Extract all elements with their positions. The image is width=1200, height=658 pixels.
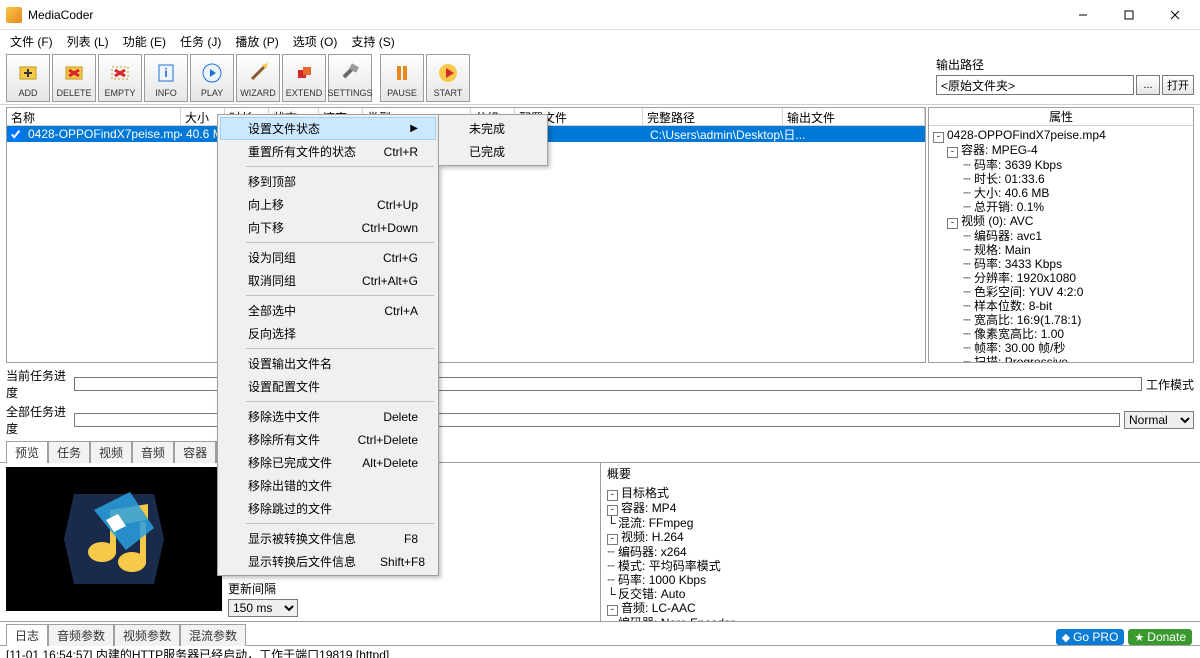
ctx-remove-done[interactable]: 移除已完成文件Alt+Delete [220, 451, 436, 474]
ctx-to-top[interactable]: 移到顶部 [220, 170, 436, 193]
ctx-remove-sel[interactable]: 移除选中文件Delete [220, 405, 436, 428]
title-bar: MediaCoder [0, 0, 1200, 30]
toolbar-label: START [434, 88, 463, 98]
file-row-checkbox[interactable] [9, 128, 22, 141]
output-path-label: 输出路径 [936, 56, 1194, 73]
tab-video-params[interactable]: 视频参数 [114, 624, 180, 646]
svg-text:i: i [164, 66, 167, 80]
workmode-select[interactable]: Normal [1124, 411, 1194, 429]
ctx-set-outname[interactable]: 设置输出文件名 [220, 352, 436, 375]
toolbar-label: ADD [18, 88, 37, 98]
ctx-select-all[interactable]: 全部选中Ctrl+A [220, 299, 436, 322]
menu-play[interactable]: 播放 (P) [229, 31, 284, 52]
workmode-label: 工作模式 [1146, 376, 1194, 393]
ctx-set-status[interactable]: 设置文件状态▶ [220, 117, 436, 140]
file-row-path: C:\Users\admin\Desktop\日... [646, 126, 826, 143]
summary-pane: 概要 -目标格式 -容器: MP4 └混流: FFmpeg -视频: H.264… [600, 463, 1200, 621]
summary-tree[interactable]: -目标格式 -容器: MP4 └混流: FFmpeg -视频: H.264 ┈编… [601, 484, 1200, 621]
tab-audio-params[interactable]: 音频参数 [48, 624, 114, 646]
context-menu[interactable]: 设置文件状态▶ 重置所有文件的状态Ctrl+R 移到顶部 向上移Ctrl+Up … [217, 114, 439, 576]
log-area[interactable]: [11-01 16:54:57] 内建的HTTP服务器已经启动，工作于端口198… [0, 646, 1200, 658]
main-tabs: 预览 任务 视频 音频 容器 画面 [0, 439, 1200, 463]
toolbar: ADD DELETE EMPTY i INFO PLAY WIZARD EXTEN… [0, 52, 1200, 105]
toolbar-add[interactable]: ADD [6, 54, 50, 102]
col-fullpath[interactable]: 完整路径 [643, 108, 783, 125]
ctx-remove-err[interactable]: 移除出错的文件 [220, 474, 436, 497]
context-submenu[interactable]: 未完成 已完成 [438, 114, 548, 166]
col-outfile[interactable]: 输出文件 [783, 108, 925, 125]
ctx-show-src-info[interactable]: 显示被转换文件信息F8 [220, 527, 436, 550]
ctx-cancel-group[interactable]: 取消同组Ctrl+Alt+G [220, 269, 436, 292]
toolbar-extend[interactable]: EXTEND [282, 54, 326, 102]
toolbar-label: INFO [155, 88, 177, 98]
tab-log[interactable]: 日志 [6, 624, 48, 646]
close-button[interactable] [1152, 0, 1198, 30]
ctx-reset-all[interactable]: 重置所有文件的状态Ctrl+R [220, 140, 436, 163]
toolbar-label: EXTEND [286, 88, 323, 98]
menu-list[interactable]: 列表 (L) [61, 31, 115, 52]
log-tabs: 日志 音频参数 视频参数 混流参数 ◆ Go PRO ★ Donate [0, 621, 1200, 646]
tab-audio[interactable]: 音频 [132, 441, 174, 463]
menu-support[interactable]: 支持 (S) [345, 31, 400, 52]
ctx-sub-unfinished[interactable]: 未完成 [441, 117, 545, 140]
menu-bar: 文件 (F) 列表 (L) 功能 (E) 任务 (J) 播放 (P) 选项 (O… [0, 30, 1200, 52]
ctx-make-group[interactable]: 设为同组Ctrl+G [220, 246, 436, 269]
summary-header: 概要 [601, 463, 1200, 484]
properties-header: 属性 [929, 108, 1193, 126]
ctx-set-profile[interactable]: 设置配置文件 [220, 375, 436, 398]
toolbar-empty[interactable]: EMPTY [98, 54, 142, 102]
toolbar-label: WIZARD [240, 88, 276, 98]
gopro-button[interactable]: ◆ Go PRO [1056, 629, 1125, 645]
app-title: MediaCoder [28, 8, 93, 22]
ctx-remove-all[interactable]: 移除所有文件Ctrl+Delete [220, 428, 436, 451]
tab-mux-params[interactable]: 混流参数 [180, 624, 246, 646]
output-path-browse-button[interactable]: ... [1136, 75, 1160, 95]
toolbar-info[interactable]: i INFO [144, 54, 188, 102]
output-path-open-button[interactable]: 打开 [1162, 75, 1194, 95]
preview-image [6, 467, 222, 611]
toolbar-play[interactable]: PLAY [190, 54, 234, 102]
interval-label: 更新间隔 [228, 580, 298, 597]
tab-video[interactable]: 视频 [90, 441, 132, 463]
ctx-show-dst-info[interactable]: 显示转换后文件信息Shift+F8 [220, 550, 436, 573]
log-line: [11-01 16:54:57] 内建的HTTP服务器已经启动，工作于端口198… [6, 648, 1194, 658]
ctx-remove-skip[interactable]: 移除跳过的文件 [220, 497, 436, 520]
toolbar-start[interactable]: START [426, 54, 470, 102]
ctx-move-down[interactable]: 向下移Ctrl+Down [220, 216, 436, 239]
progress-current-label: 当前任务进度 [6, 367, 70, 401]
tab-preview[interactable]: 预览 [6, 441, 48, 463]
toolbar-label: EMPTY [104, 88, 135, 98]
tab-task[interactable]: 任务 [48, 441, 90, 463]
toolbar-label: PAUSE [387, 88, 417, 98]
progress-all-label: 全部任务进度 [6, 403, 70, 437]
toolbar-wizard[interactable]: WIZARD [236, 54, 280, 102]
menu-file[interactable]: 文件 (F) [4, 31, 59, 52]
toolbar-label: SETTINGS [328, 88, 373, 98]
app-icon [6, 7, 22, 23]
col-name[interactable]: 名称 [7, 108, 181, 125]
tab-container[interactable]: 容器 [174, 441, 216, 463]
maximize-button[interactable] [1106, 0, 1152, 30]
menu-options[interactable]: 选项 (O) [287, 31, 344, 52]
menu-func[interactable]: 功能 (E) [117, 31, 172, 52]
ctx-move-up[interactable]: 向上移Ctrl+Up [220, 193, 436, 216]
file-row-name: 0428-OPPOFindX7peise.mp4 [24, 127, 182, 141]
donate-button[interactable]: ★ Donate [1128, 629, 1192, 645]
properties-panel: 属性 -0428-OPPOFindX7peise.mp4 -容器: MPEG-4… [928, 107, 1194, 363]
properties-tree[interactable]: -0428-OPPOFindX7peise.mp4 -容器: MPEG-4 ┈码… [929, 126, 1193, 362]
ctx-sub-done[interactable]: 已完成 [441, 140, 545, 163]
interval-select[interactable]: 150 ms [228, 599, 298, 617]
toolbar-delete[interactable]: DELETE [52, 54, 96, 102]
output-path-input[interactable] [936, 75, 1134, 95]
toolbar-pause[interactable]: PAUSE [380, 54, 424, 102]
toolbar-settings[interactable]: SETTINGS [328, 54, 372, 102]
toolbar-label: DELETE [56, 88, 91, 98]
menu-task[interactable]: 任务 (J) [174, 31, 227, 52]
ctx-invert-sel[interactable]: 反向选择 [220, 322, 436, 345]
toolbar-label: PLAY [201, 88, 223, 98]
minimize-button[interactable] [1060, 0, 1106, 30]
